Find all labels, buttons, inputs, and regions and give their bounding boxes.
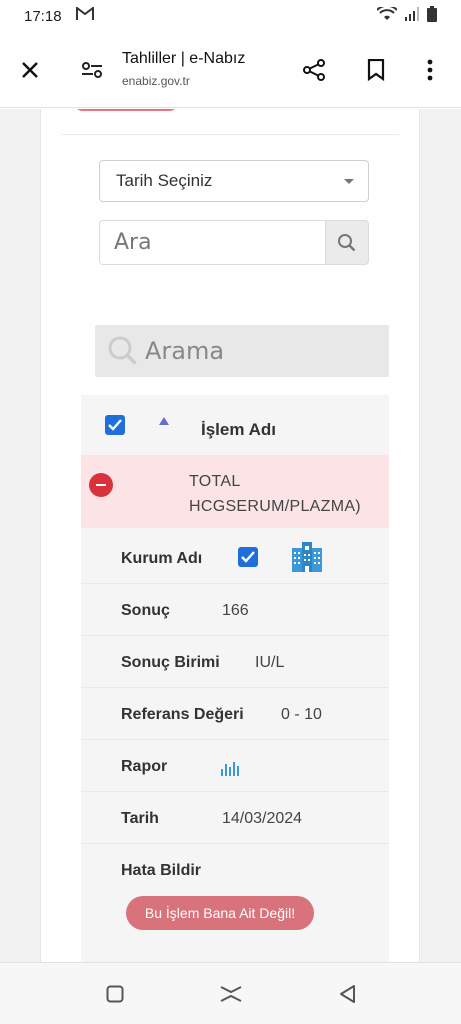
home-icon[interactable] (218, 981, 244, 1007)
date-value: 14/03/2024 (222, 810, 303, 827)
sort-asc-icon[interactable] (159, 417, 169, 425)
system-nav-bar (0, 962, 461, 1024)
back-icon[interactable] (334, 981, 360, 1007)
report-label: Rapor (121, 758, 168, 775)
search-button[interactable] (325, 220, 369, 265)
detail-date: Tarih 14/03/2024 (81, 792, 389, 844)
close-icon[interactable] (10, 50, 50, 90)
collapse-row-icon[interactable] (89, 473, 113, 497)
unit-value: IU/L (255, 654, 285, 671)
hospital-icon[interactable] (289, 538, 325, 579)
gmail-icon (75, 6, 94, 25)
search-placeholder: Ara (114, 230, 152, 255)
detail-report: Rapor (81, 740, 389, 792)
bar-chart-icon[interactable] (221, 760, 239, 781)
recents-icon[interactable] (102, 981, 128, 1007)
status-icons (376, 4, 437, 26)
table-header: İşlem Adı (81, 395, 389, 455)
divider (61, 134, 399, 135)
column-header-islem-adi[interactable]: İşlem Adı (201, 420, 276, 440)
unit-label: Sonuç Birimi (121, 654, 220, 671)
results-card: Tarih Seçiniz Ara Arama İşlem Adı TOTAL … (40, 109, 420, 962)
page-url: enabiz.gov.tr (122, 74, 190, 88)
date-select-value: Tarih Seçiniz (116, 171, 213, 190)
table-search-placeholder: Arama (145, 337, 225, 365)
page-title: Tahliller | e-Nabız (122, 50, 246, 67)
web-content: Tarih Seçiniz Ara Arama İşlem Adı TOTAL … (0, 109, 461, 962)
not-mine-button[interactable]: Bu İşlem Bana Ait Değil! (126, 896, 314, 930)
row-details: Kurum Adı Sonuç 166 Sonuç Birimi IU/L Re… (81, 528, 389, 962)
result-label: Sonuç (121, 602, 170, 619)
table-row[interactable]: TOTAL HCGSERUM/PLAZMA) (81, 455, 389, 528)
date-label: Tarih (121, 810, 159, 827)
table-search-input[interactable]: Arama (95, 325, 389, 377)
site-settings-icon[interactable] (72, 50, 112, 90)
detail-report-issue: Hata Bildir (81, 844, 389, 896)
bookmark-icon[interactable] (356, 50, 396, 90)
detail-unit: Sonuç Birimi IU/L (81, 636, 389, 688)
wifi-icon (376, 4, 398, 25)
search-input[interactable]: Ara (99, 220, 325, 265)
report-issue-label: Hata Bildir (121, 862, 202, 879)
detail-result: Sonuç 166 (81, 584, 389, 636)
detail-reference: Referans Değeri 0 - 10 (81, 688, 389, 740)
institution-label: Kurum Adı (121, 550, 203, 567)
result-value: 166 (222, 602, 249, 619)
reference-label: Referans Değeri (121, 706, 244, 723)
search-icon (108, 336, 137, 365)
select-all-checkbox[interactable] (105, 415, 125, 435)
search-row: Ara (99, 220, 369, 265)
caret-down-icon (344, 179, 354, 184)
search-icon (338, 233, 356, 251)
signal-icon (405, 7, 419, 25)
tab-indicator (73, 109, 179, 111)
browser-toolbar: Tahliller | e-Nabız enabiz.gov.tr (0, 32, 461, 108)
institution-checkbox[interactable] (238, 547, 258, 567)
results-table: İşlem Adı TOTAL HCGSERUM/PLAZMA) Kurum A… (81, 395, 389, 962)
reference-value: 0 - 10 (281, 706, 322, 723)
share-icon[interactable] (294, 50, 334, 90)
more-menu-icon[interactable] (410, 50, 450, 90)
battery-icon (427, 6, 437, 26)
date-select[interactable]: Tarih Seçiniz (99, 160, 369, 202)
page-title-block: Tahliller | e-Nabız enabiz.gov.tr (122, 50, 245, 88)
status-time: 17:18 (24, 7, 62, 25)
status-bar: 17:18 (0, 0, 461, 32)
row-test-name: TOTAL HCGSERUM/PLAZMA) (189, 473, 361, 515)
detail-institution: Kurum Adı (81, 528, 389, 584)
